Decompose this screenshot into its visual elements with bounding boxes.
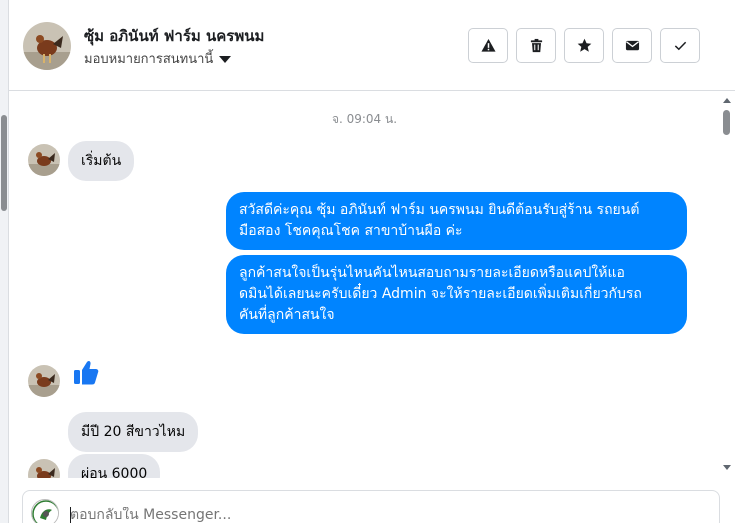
trash-icon <box>530 38 542 53</box>
outgoing-message[interactable]: ลูกค้าสนใจเป็นรุ่นไหนคันไหนสอบถามรายละเอ… <box>226 255 687 334</box>
messenger-conversation-view: ซุ้ม อภินันท์ ฟาร์ม นครพนม มอบหมายการสนท… <box>0 0 735 523</box>
contact-avatar[interactable] <box>23 22 71 70</box>
message-line: มือสอง โชคคุณโชค สาขาบ้านผือ ค่ะ <box>239 223 463 239</box>
header-actions <box>468 28 700 63</box>
message-timestamp: จ. 09:04 น. <box>331 112 398 126</box>
text-cursor <box>70 507 71 523</box>
customer-avatar[interactable] <box>28 144 60 176</box>
delete-button[interactable] <box>516 28 556 63</box>
left-scrollbar-thumb[interactable] <box>1 115 7 211</box>
reply-composer[interactable] <box>22 490 720 523</box>
checkmark-icon <box>674 41 686 51</box>
mark-unread-button[interactable] <box>612 28 652 63</box>
assign-conversation-label: มอบหมายการสนทนานี้ <box>84 52 214 67</box>
left-panel-scrollbar[interactable] <box>0 0 9 523</box>
message-line: สวัสดีค่ะคุณ ซุ้ม อภินันท์ ฟาร์ม นครพนม … <box>239 202 640 218</box>
thread-scrollbar[interactable] <box>719 92 735 476</box>
outgoing-message[interactable]: สวัสดีค่ะคุณ ซุ้ม อภินันท์ ฟาร์ม นครพนม … <box>226 192 687 250</box>
message-line: คันที่ลูกค้าสนใจ <box>239 307 335 323</box>
message-line: ดมินได้เลยนะครับเดี๋ยว Admin จะให้รายละเ… <box>239 286 642 302</box>
incoming-message[interactable]: ผ่อน 6000 <box>68 454 161 478</box>
contact-name[interactable]: ซุ้ม อภินันท์ ฟาร์ม นครพนม <box>84 24 264 48</box>
reply-input[interactable] <box>70 507 670 523</box>
mark-done-button[interactable] <box>660 28 700 63</box>
message-line: ลูกค้าสนใจเป็นรุ่นไหนคันไหนสอบถามรายละเอ… <box>239 265 625 281</box>
page-avatar <box>31 499 59 523</box>
envelope-icon <box>625 40 639 51</box>
customer-avatar[interactable] <box>28 365 60 397</box>
incoming-message[interactable]: มีปี 20 สีขาวไหม <box>68 412 199 452</box>
report-button[interactable] <box>468 28 508 63</box>
conversation-header: ซุ้ม อภินันท์ ฟาร์ม นครพนม มอบหมายการสนท… <box>9 0 735 91</box>
star-button[interactable] <box>564 28 604 63</box>
scroll-down-arrow-icon[interactable] <box>723 465 731 470</box>
thumbs-up-icon[interactable] <box>73 359 99 387</box>
incoming-message[interactable]: เริ่มต้น <box>68 141 135 181</box>
star-icon <box>577 38 591 52</box>
assign-conversation-dropdown[interactable]: มอบหมายการสนทนานี้ <box>84 48 232 69</box>
caret-down-icon <box>219 55 232 63</box>
scroll-up-arrow-icon[interactable] <box>723 98 731 103</box>
thread-scrollbar-thumb[interactable] <box>723 110 730 135</box>
customer-avatar[interactable] <box>28 459 60 478</box>
warning-icon <box>480 38 496 52</box>
message-thread[interactable]: จ. 09:04 น. เริ่มต้น สวัสดีค่ะคุณ ซุ้ม อ… <box>9 92 720 478</box>
